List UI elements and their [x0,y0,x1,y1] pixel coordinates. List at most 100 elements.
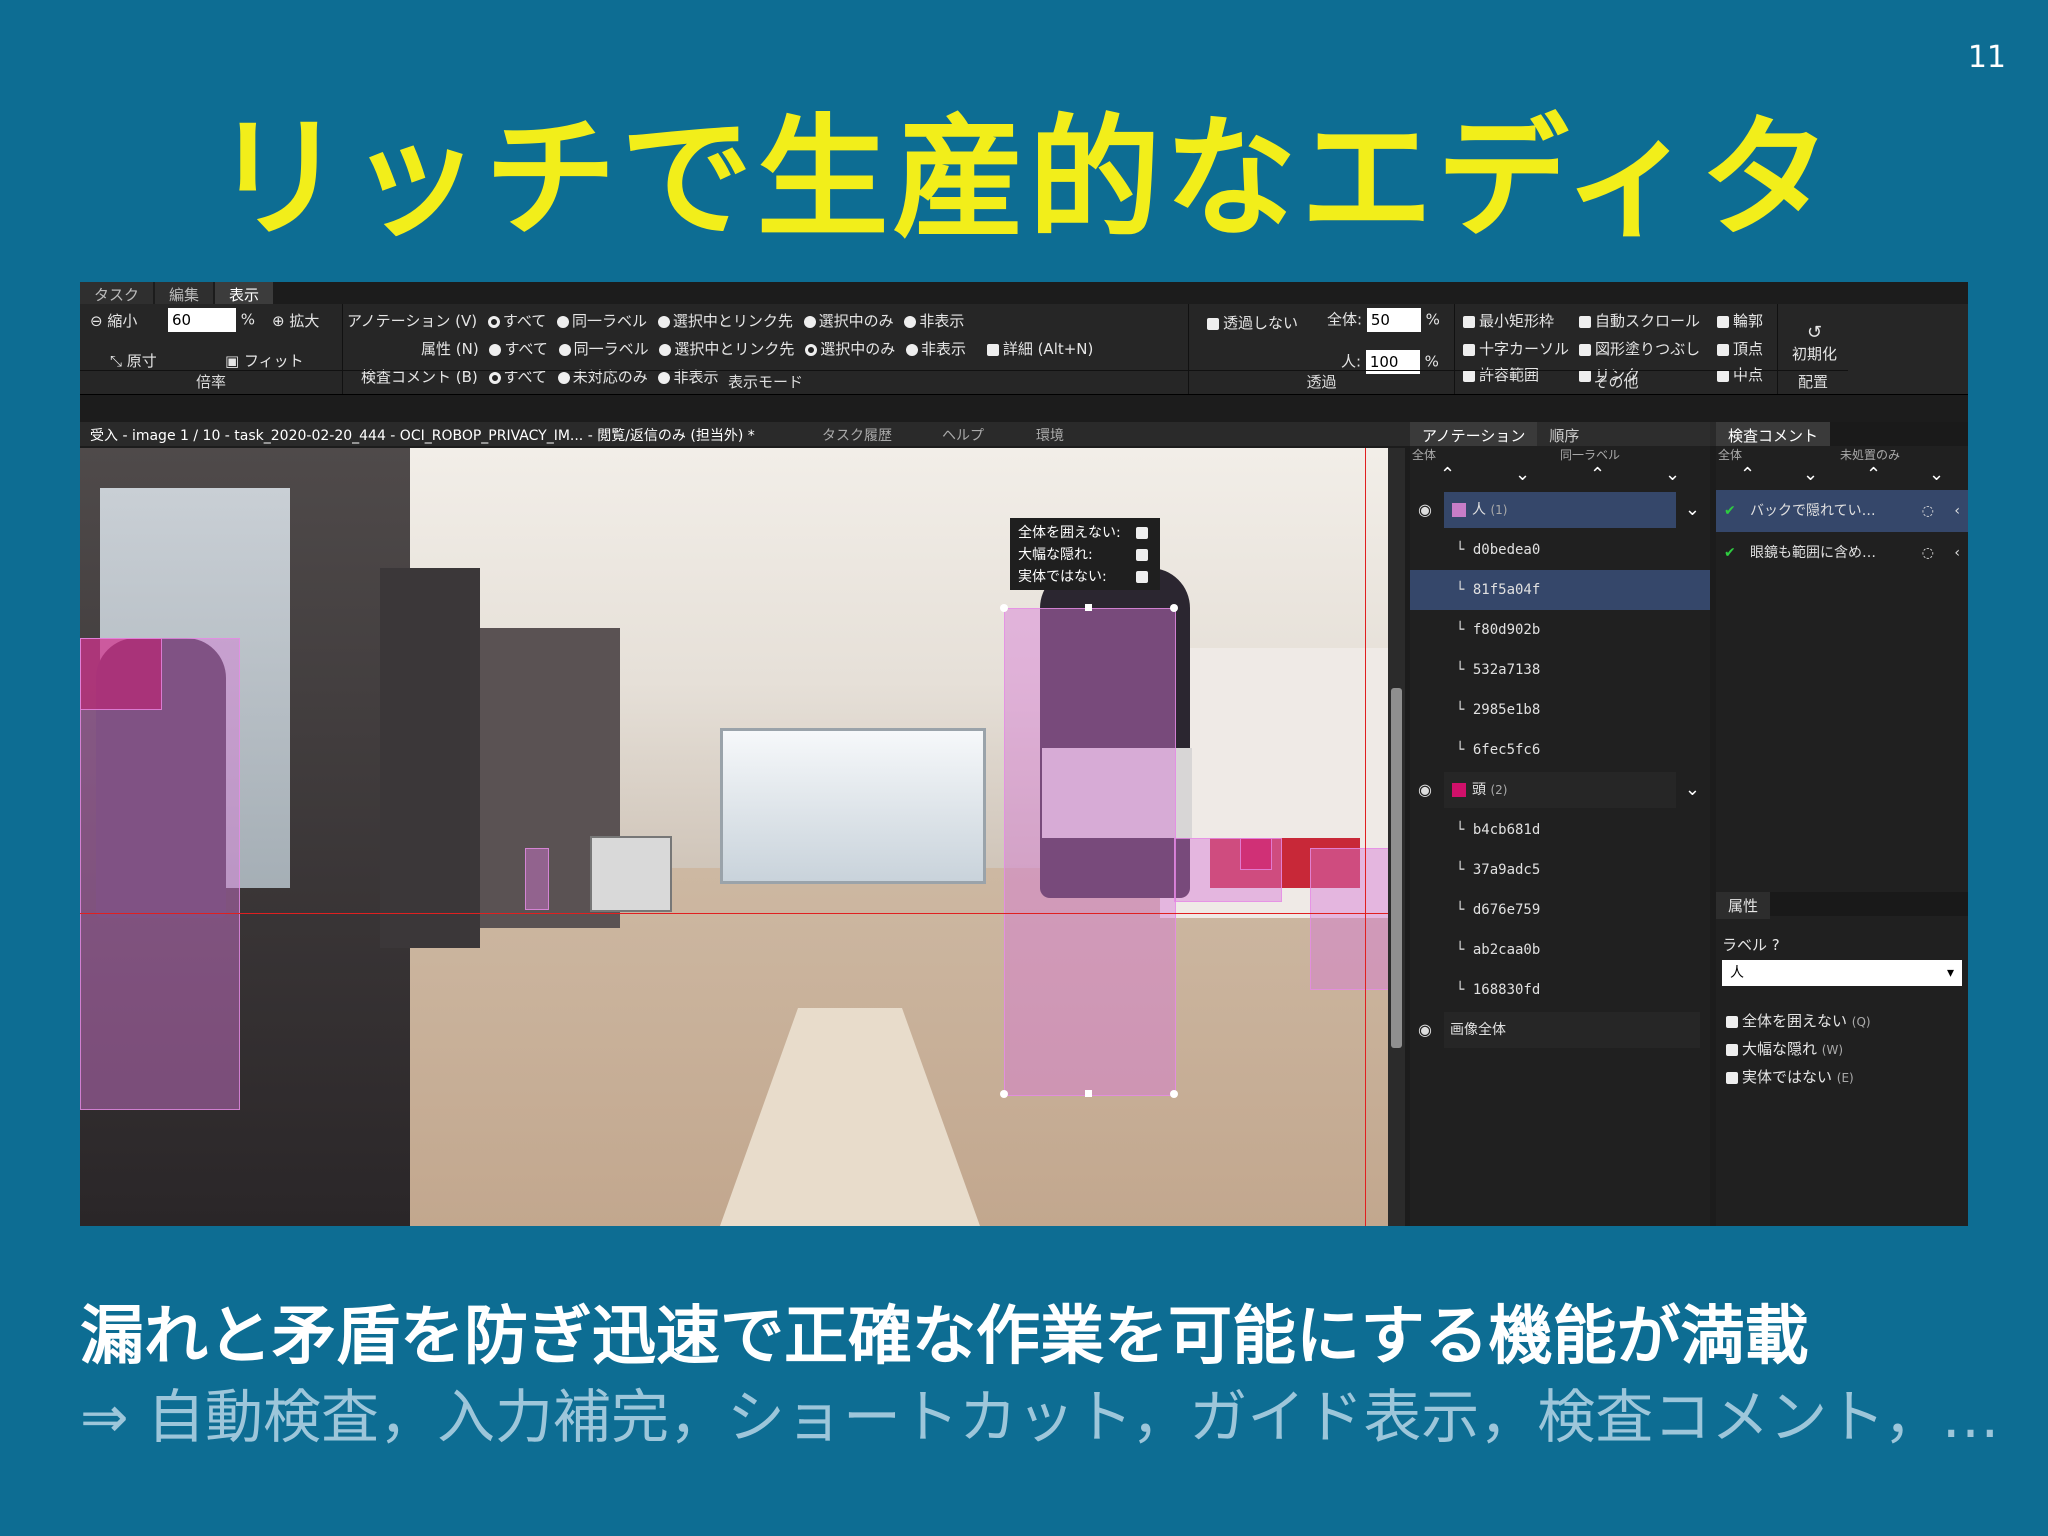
outline-checkbox[interactable] [1717,315,1729,328]
tab-order[interactable]: 順序 [1537,422,1710,446]
attr-option-whole[interactable]: 全体を囲えない (Q) [1722,1010,1871,1031]
ann-radio-selected[interactable] [803,315,816,328]
list-item[interactable]: └ 6fec5fc6 [1410,730,1710,770]
list-item[interactable]: └ b4cb681d [1410,810,1710,850]
detail-checkbox[interactable] [986,343,999,356]
min-rect-checkbox[interactable] [1463,315,1475,328]
scroll-thumb[interactable] [1391,688,1402,1048]
group-person[interactable]: ◉ 人 (1) ⌄ [1410,490,1710,530]
auto-scroll-label: 自動スクロール [1595,312,1701,330]
sort-up-icon[interactable]: ⌃ [1590,464,1605,490]
sort-up-icon[interactable]: ⌃ [1440,464,1455,490]
attr-checkbox[interactable] [1726,1071,1738,1084]
tab-env[interactable]: 環境 [1036,425,1064,445]
eye-icon[interactable]: ◉ [1418,490,1432,530]
attr-option-occluded[interactable]: 大幅な隠れ (W) [1722,1038,1843,1059]
resize-handle[interactable] [1000,1090,1008,1098]
document-title[interactable]: 受入 - image 1 / 10 - task_2020-02-20_444 … [90,425,755,445]
tab-edit[interactable]: 編集 [155,282,214,304]
list-item[interactable]: └ 37a9adc5 [1410,850,1710,890]
attr-radio-same[interactable] [558,343,571,356]
sort-down-icon[interactable]: ⌄ [1515,464,1530,490]
list-item[interactable]: └ 168830fd [1410,970,1710,1010]
comment-item[interactable]: ✔ 眼鏡も範囲に含め… ◌ ‹ [1716,532,1968,574]
tab-history[interactable]: タスク履歴 [822,425,892,445]
list-item[interactable]: └ f80d902b [1410,610,1710,650]
tab-view[interactable]: 表示 [215,282,274,304]
list-item[interactable]: └ 532a7138 [1410,650,1710,690]
original-size-button[interactable]: ⤡ 原寸 [110,350,157,371]
attr-checkbox[interactable] [1726,1043,1738,1056]
help-icon[interactable]: ? [1772,936,1780,954]
zoom-input[interactable]: 60 [168,308,236,332]
attr-radio-selected[interactable] [805,343,818,356]
bbox-head-sofa[interactable] [1240,838,1272,870]
bbox-person-right[interactable] [1310,848,1390,990]
group-head-label: 頭 [1472,782,1486,798]
fill-checkbox[interactable] [1579,343,1591,356]
reply-icon[interactable]: ◌ [1922,490,1934,532]
bbox-person-far[interactable] [525,848,549,910]
zoom-out-button[interactable]: ⊖ 縮小 [90,310,137,331]
reply-icon[interactable]: ◌ [1922,532,1934,574]
sort-up-icon[interactable]: ⌃ [1740,464,1755,490]
resize-handle[interactable] [1085,604,1092,611]
list-item-selected[interactable]: └ 81f5a04f [1410,570,1710,610]
list-item[interactable]: └ d676e759 [1410,890,1710,930]
resize-handle[interactable] [1170,1090,1178,1098]
canvas-scrollbar[interactable] [1388,448,1405,1226]
ann-radio-linked[interactable] [657,315,670,328]
auto-scroll-checkbox[interactable] [1579,315,1591,328]
popup-checkbox-whole[interactable] [1136,527,1148,539]
opacity-all-input[interactable]: 50 [1366,308,1421,332]
ann-radio-hide[interactable] [904,315,917,328]
sort-down-icon[interactable]: ⌄ [1929,464,1944,490]
tab-task[interactable]: タスク [80,282,154,304]
fit-button[interactable]: ▣ フィット [225,350,304,371]
attr-radio-linked[interactable] [659,343,672,356]
attr-option-not-real[interactable]: 実体ではない (E) [1722,1066,1854,1087]
tab-annotations[interactable]: アノテーション [1410,422,1538,446]
sort-down-icon[interactable]: ⌄ [1803,464,1818,490]
eye-icon[interactable]: ◉ [1418,770,1432,810]
group-whole-image[interactable]: ◉ 画像全体 [1410,1010,1710,1050]
resize-handle[interactable] [1170,604,1178,612]
label-select[interactable]: 人 ▾ [1722,960,1962,986]
group-head[interactable]: ◉ 頭 (2) ⌄ [1410,770,1710,810]
tab-inspection-comments[interactable]: 検査コメント [1716,422,1831,446]
ann-radio-same[interactable] [557,315,570,328]
ann-radio-all[interactable] [487,315,500,328]
attr-radio-all[interactable] [489,343,502,356]
bbox-head-left[interactable] [80,638,162,710]
sort-down-icon[interactable]: ⌄ [1665,464,1680,490]
vertex-checkbox[interactable] [1717,343,1729,356]
chevron-down-icon[interactable]: ⌄ [1685,770,1700,810]
reset-layout-button[interactable]: ↺ 初期化 [1792,322,1837,364]
comment-item[interactable]: ✔ バックで隠れてい… ◌ ‹ [1716,490,1968,532]
layout-group-label: 配置 [1778,370,1848,392]
chevron-down-icon[interactable]: ⌄ [1685,490,1700,530]
popup-checkbox-occluded[interactable] [1136,549,1148,561]
resize-handle[interactable] [1000,604,1008,612]
sort-up-icon[interactable]: ⌃ [1866,464,1881,490]
attr-checkbox[interactable] [1726,1015,1738,1028]
crosshair-checkbox[interactable] [1463,343,1475,356]
image-canvas[interactable]: 全体を囲えない: 大幅な隠れ: 実体ではない: [80,448,1405,1226]
annotation-id: b4cb681d [1472,822,1541,838]
attr-selected-label: 選択中のみ [820,340,896,358]
bbox-person-selected[interactable] [1004,608,1176,1096]
eye-icon[interactable]: ◉ [1418,1010,1432,1050]
resize-handle[interactable] [1085,1090,1092,1097]
attr-option-label: 実体ではない [1742,1068,1833,1086]
list-item[interactable]: └ ab2caa0b [1410,930,1710,970]
attr-radio-hide[interactable] [906,343,919,356]
no-transparent-checkbox[interactable] [1207,317,1219,330]
list-item[interactable]: └ 2985e1b8 [1410,690,1710,730]
tab-attributes[interactable]: 属性 [1716,892,1771,919]
tab-help[interactable]: ヘルプ [942,425,984,445]
list-item[interactable]: └ d0bedea0 [1410,530,1710,570]
popup-checkbox-not-real[interactable] [1136,571,1148,583]
chevron-left-icon[interactable]: ‹ [1954,490,1960,532]
chevron-left-icon[interactable]: ‹ [1954,532,1960,574]
zoom-in-button[interactable]: ⊕ 拡大 [272,310,319,331]
